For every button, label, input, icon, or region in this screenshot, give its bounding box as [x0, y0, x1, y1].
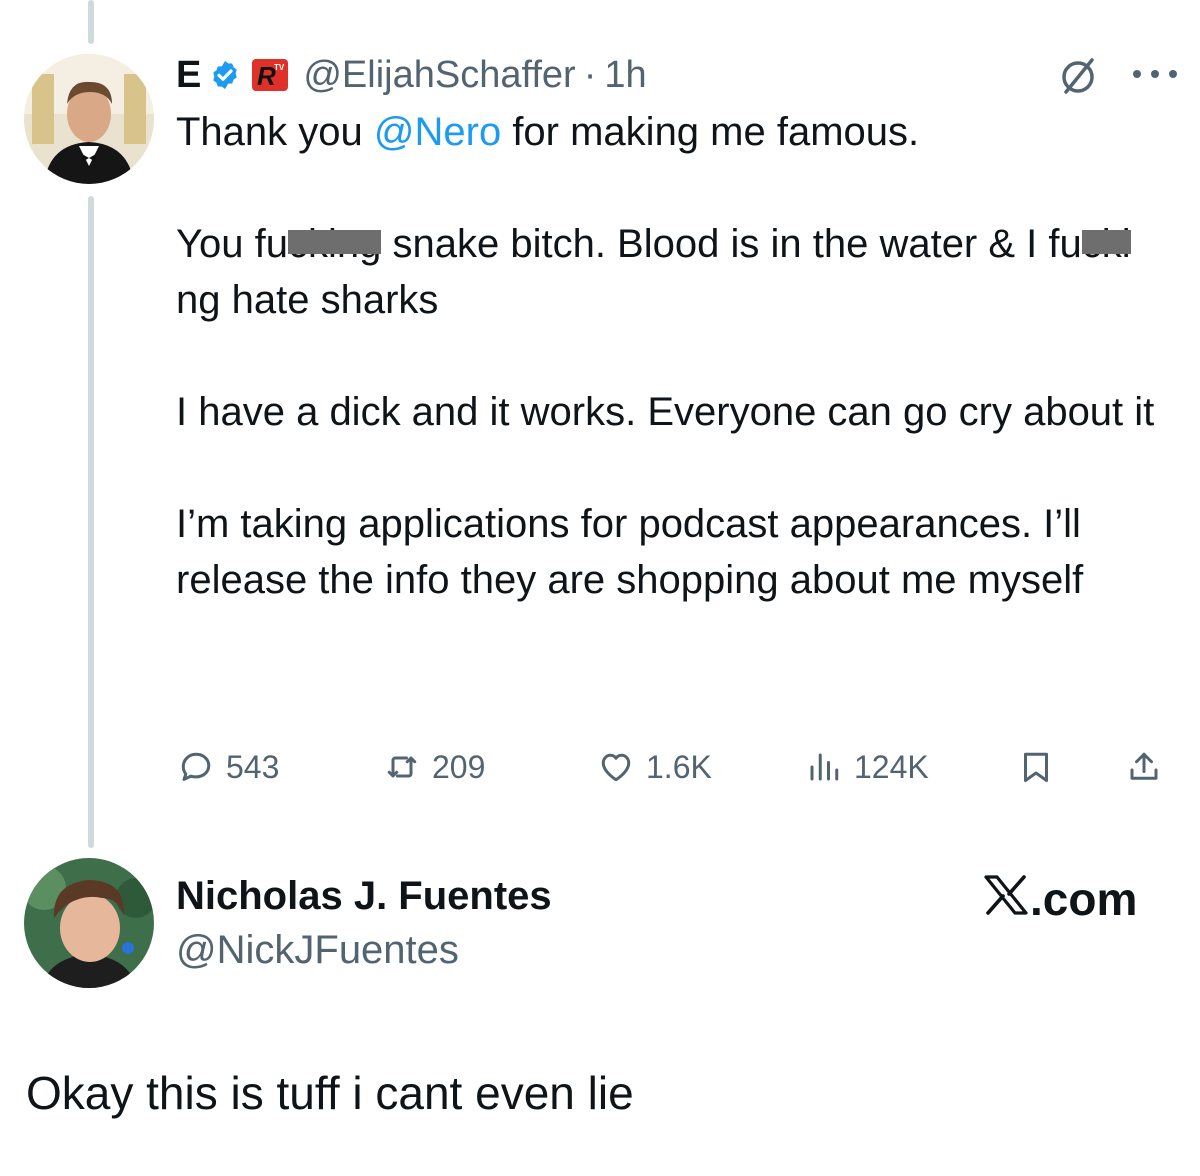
quote-author-handle[interactable]: @NickJFuentes: [176, 928, 459, 973]
post-time[interactable]: 1h: [604, 54, 646, 97]
views-button[interactable]: 124K: [806, 744, 929, 790]
brand-domain: .com: [1030, 873, 1138, 925]
author-name[interactable]: E: [176, 54, 201, 97]
reply-count: 543: [226, 748, 280, 785]
tweet-text-segment: Thank you: [176, 110, 374, 154]
quote-author-avatar[interactable]: [24, 858, 154, 988]
svg-text:TV: TV: [274, 63, 285, 72]
header-separator: ·: [583, 53, 597, 96]
thread-line-top: [88, 0, 94, 44]
quote-text: Okay this is tuff i cant even lie: [26, 1067, 634, 1119]
tweet-header: E R TV @ElijahSchaffer · 1h: [176, 50, 647, 100]
bookmark-button[interactable]: [1018, 744, 1054, 790]
tweet-text: Thank you @Nero for making me famous. Yo…: [176, 104, 1166, 608]
quote-author-name[interactable]: Nicholas J. Fuentes: [176, 874, 552, 919]
tweet-action-bar: 543 209 1.6K 124K: [0, 744, 1200, 790]
like-count: 1.6K: [646, 748, 712, 785]
tweet-text-segment: ng hate sharks: [176, 278, 439, 322]
mention-link[interactable]: @Nero: [374, 110, 501, 154]
tweet-text-segment: fu: [1048, 222, 1082, 266]
view-count: 124K: [854, 748, 929, 785]
reply-button[interactable]: 543: [178, 744, 279, 790]
share-button[interactable]: [1126, 744, 1162, 790]
redaction-bar: cki: [1081, 216, 1131, 272]
tweet-paragraph-1: Thank you @Nero for making me famous.: [176, 104, 1166, 160]
author-handle[interactable]: @ElijahSchaffer: [303, 54, 575, 97]
verified-badge-icon: [209, 59, 241, 91]
repost-count: 209: [432, 748, 486, 785]
x-com-watermark: .com: [984, 872, 1137, 926]
heart-icon: [601, 753, 631, 782]
tweet-text-segment: for making me famous.: [501, 110, 920, 154]
bookmark-icon: [1024, 752, 1048, 782]
tweet-paragraph-3: I have a dick and it works. Everyone can…: [176, 390, 1155, 434]
reply-icon: [181, 752, 211, 781]
analytics-icon: [810, 753, 839, 781]
more-icon[interactable]: [1130, 64, 1180, 84]
share-icon: [1130, 752, 1158, 780]
tweet-text-segment: You fu: [176, 222, 288, 266]
tweet-paragraph-4: I’m taking applications for podcast appe…: [176, 502, 1084, 602]
author-avatar[interactable]: [24, 54, 154, 184]
repost-button[interactable]: 209: [384, 744, 485, 790]
tweet-paragraph-2: You fucking snake bitch. Blood is in the…: [176, 216, 1166, 328]
tweet-text-segment: snake bitch. Blood is in the water & I: [381, 222, 1049, 266]
repost-icon: [387, 756, 417, 778]
like-button[interactable]: 1.6K: [598, 744, 712, 790]
x-logo-icon: [984, 875, 1028, 915]
grok-icon[interactable]: [1058, 56, 1098, 96]
rtv-affiliate-badge-icon[interactable]: R TV: [251, 58, 289, 92]
redaction-bar: cking: [287, 216, 382, 272]
